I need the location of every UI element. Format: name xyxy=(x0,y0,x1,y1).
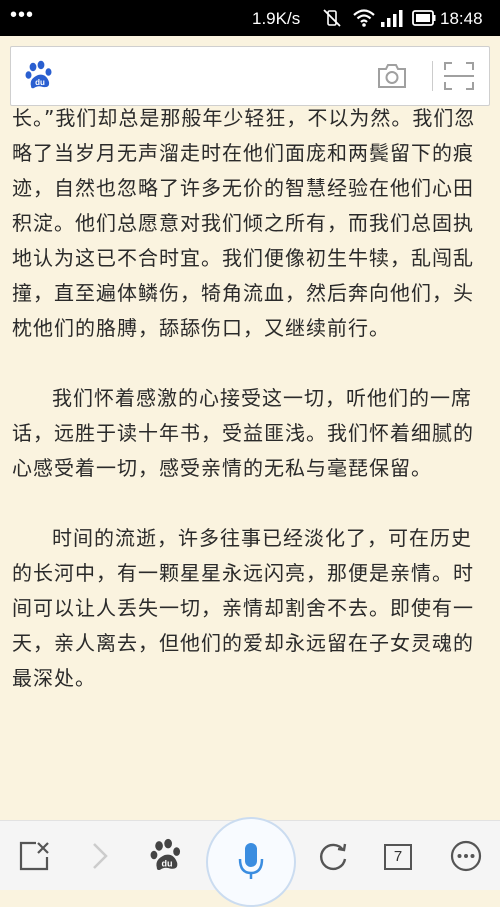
divider xyxy=(432,61,433,91)
clock: 18:48 xyxy=(440,9,483,28)
notification-dots: ••• xyxy=(10,4,35,26)
forward-arrow-icon[interactable] xyxy=(90,841,110,875)
logo-text: du xyxy=(35,78,45,87)
signal-icon xyxy=(380,9,404,32)
article-paragraph: 长。”我们却总是那般年少轻狂，不以为然。我们忽略了当岁月无声溜走时在他们面庞和两… xyxy=(12,108,488,346)
article-body: 长。”我们却总是那般年少轻狂，不以为然。我们忽略了当岁月无声溜走时在他们面庞和两… xyxy=(12,108,488,696)
baidu-home-icon[interactable]: du xyxy=(150,838,184,876)
home-logo-text: du xyxy=(161,858,172,868)
bottom-toolbar: du 7 xyxy=(0,817,500,907)
article-paragraph-text: 长。”我们却总是那般年少轻狂，不以为然。我们忽略了当岁月无声溜走时在他们面庞和两… xyxy=(12,108,476,340)
article-paragraph-text: 时间的流逝，许多往事已经淡化了，可在历史的长河中，有一颗星星永远闪亮，那便是亲情… xyxy=(12,526,474,690)
voice-search-button[interactable] xyxy=(206,817,296,907)
scan-icon[interactable] xyxy=(443,61,475,95)
baidu-paw-logo-icon[interactable]: du xyxy=(25,60,55,94)
article-paragraph: 我们怀着感激的心接受这一切，听他们的一席话，远胜于读十年书，受益匪浅。我们怀着细… xyxy=(12,381,488,486)
vibrate-off-icon xyxy=(322,8,342,33)
article-content[interactable]: 长。”我们却总是那般年少轻狂，不以为然。我们忽略了当岁月无声溜走时在他们面庞和两… xyxy=(0,108,500,820)
close-page-icon[interactable] xyxy=(18,839,52,877)
wifi-icon xyxy=(352,8,376,33)
camera-icon[interactable] xyxy=(376,62,408,94)
browser-top-bar: du xyxy=(0,36,500,116)
microphone-icon xyxy=(238,843,264,879)
search-box[interactable]: du xyxy=(10,46,490,106)
more-menu-icon[interactable] xyxy=(450,840,482,876)
network-speed: 1.9K/s xyxy=(252,9,301,28)
refresh-icon[interactable] xyxy=(316,840,350,878)
status-bar: ••• 1.9K/s 18:48 xyxy=(0,0,500,36)
battery-icon xyxy=(412,10,436,31)
article-paragraph-text: 我们怀着感激的心接受这一切，听他们的一席话，远胜于读十年书，受益匪浅。我们怀着细… xyxy=(12,386,474,480)
article-paragraph: 时间的流逝，许多往事已经淡化了，可在历史的长河中，有一颗星星永远闪亮，那便是亲情… xyxy=(12,521,488,696)
tab-count-button[interactable]: 7 xyxy=(384,844,412,870)
